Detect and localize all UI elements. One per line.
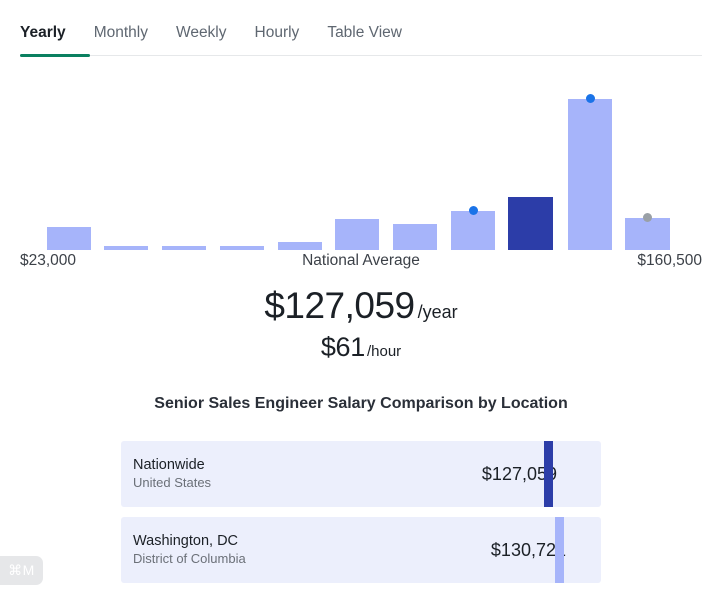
comparison-title: Senior Sales Engineer Salary Comparison …	[154, 395, 568, 412]
tab-divider	[20, 55, 702, 56]
tab-monthly-label: Monthly	[93, 23, 148, 41]
distribution-bar[interactable]	[162, 246, 206, 250]
salary-distribution-chart	[0, 70, 722, 250]
yearly-salary-amount: $127,059	[264, 285, 415, 326]
location-info: Washington, DC District of Columbia	[133, 532, 246, 568]
tab-weekly-label: Weekly	[175, 23, 227, 41]
marker-dot-gray	[643, 213, 652, 222]
tab-weekly[interactable]: Weekly	[162, 23, 241, 57]
list-item[interactable]: Nationwide United States $127,059	[121, 441, 601, 507]
distribution-bar[interactable]	[568, 99, 612, 250]
distribution-bar[interactable]	[47, 227, 91, 250]
location-name: Nationwide	[133, 457, 205, 474]
axis-national-average-label: National Average	[302, 252, 420, 269]
yearly-salary-row: $127,059/year	[0, 287, 722, 324]
keyboard-shortcut-badge: ⌘M	[0, 556, 43, 585]
distribution-bar[interactable]	[335, 219, 379, 250]
distribution-bar[interactable]	[625, 218, 670, 250]
yearly-salary-unit: /year	[417, 302, 458, 322]
distribution-bar[interactable]	[508, 197, 553, 250]
location-info: Nationwide United States	[133, 456, 211, 492]
tab-yearly[interactable]: Yearly	[20, 23, 80, 57]
distribution-bar[interactable]	[104, 246, 148, 250]
location-accent-bar	[544, 441, 553, 507]
tab-table-view-label: Table View	[327, 23, 402, 41]
tab-hourly[interactable]: Hourly	[241, 23, 314, 57]
axis-max-label: $160,500	[637, 252, 702, 269]
distribution-bar[interactable]	[278, 242, 322, 250]
hourly-salary-row: $61/hour	[0, 334, 722, 361]
location-accent-bar	[555, 517, 564, 583]
distribution-bar[interactable]	[220, 246, 264, 250]
location-name: Washington, DC	[133, 533, 239, 550]
tab-hourly-label: Hourly	[254, 23, 300, 41]
location-region: District of Columbia	[133, 551, 246, 567]
location-comparison-list: Nationwide United States $127,059 Washin…	[121, 441, 601, 593]
location-region: United States	[133, 475, 212, 491]
hourly-salary-unit: /hour	[366, 343, 402, 360]
chart-axis-labels: $23,000 National Average $160,500	[0, 252, 722, 276]
distribution-bar[interactable]	[393, 224, 437, 250]
tab-bar: Yearly Monthly Weekly Hourly Table View	[0, 0, 722, 58]
marker-dot-blue	[585, 94, 595, 103]
tab-yearly-label: Yearly	[20, 23, 66, 41]
tab-monthly[interactable]: Monthly	[80, 23, 162, 57]
list-item[interactable]: Washington, DC District of Columbia $130…	[121, 517, 601, 583]
distribution-bar[interactable]	[451, 211, 495, 250]
headline-figures: $127,059/year $61/hour	[0, 287, 722, 361]
marker-dot-blue	[468, 206, 478, 215]
tab-active-indicator	[20, 54, 90, 57]
tab-table-view[interactable]: Table View	[313, 23, 416, 57]
tab-list: Yearly Monthly Weekly Hourly Table View	[0, 0, 722, 56]
hourly-salary-amount: $61	[320, 332, 365, 362]
